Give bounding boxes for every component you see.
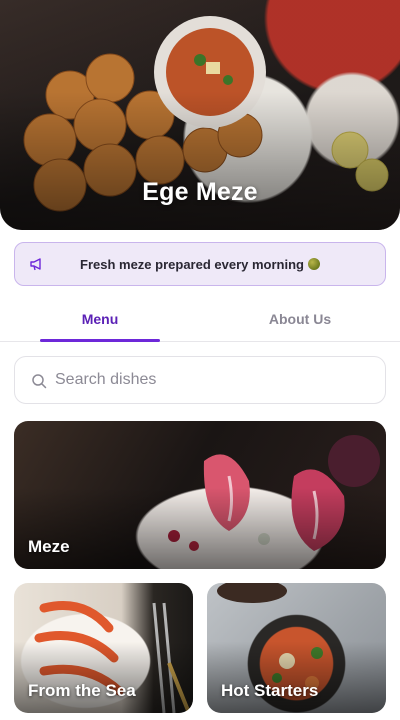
category-card-hot-starters[interactable]: Hot Starters bbox=[207, 583, 386, 713]
category-label: From the Sea bbox=[28, 681, 136, 700]
search-box[interactable] bbox=[14, 356, 386, 404]
announcement-banner: Fresh meze prepared every morning bbox=[14, 242, 386, 286]
category-label: Hot Starters bbox=[221, 681, 319, 700]
search-input[interactable] bbox=[55, 357, 375, 403]
category-label: Meze bbox=[28, 537, 70, 556]
announcement-text: Fresh meze prepared every morning bbox=[80, 256, 304, 272]
search-icon bbox=[32, 374, 47, 389]
announcement-text-wrap: Fresh meze prepared every morning bbox=[15, 257, 385, 272]
tab-about-us[interactable]: About Us bbox=[200, 296, 400, 342]
tab-bar: Menu About Us bbox=[0, 296, 400, 342]
restaurant-name: Ege Meze bbox=[142, 178, 258, 206]
category-card-meze[interactable]: Meze bbox=[14, 421, 386, 569]
active-tab-indicator bbox=[40, 339, 160, 342]
category-card-from-the-sea[interactable]: From the Sea bbox=[14, 583, 193, 713]
hero-image: Ege Meze bbox=[0, 0, 400, 230]
tab-menu[interactable]: Menu bbox=[0, 296, 200, 342]
olive-emoji-icon bbox=[307, 257, 320, 270]
app-screen: Ege Meze Fresh meze prepared every morni… bbox=[0, 0, 400, 720]
